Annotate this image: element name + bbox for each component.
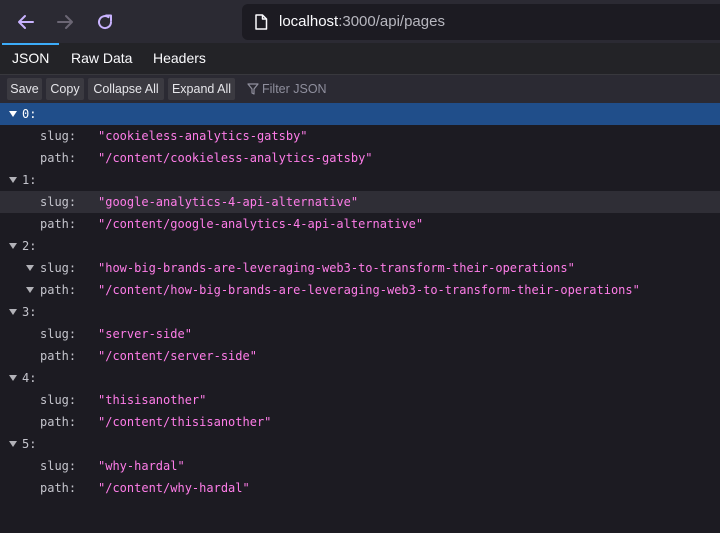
index-key: 3: bbox=[22, 305, 37, 319]
tab-raw-data[interactable]: Raw Data bbox=[71, 43, 132, 74]
tree-row-path[interactable]: path: "/content/server-side" bbox=[0, 345, 720, 367]
index-key: 0: bbox=[22, 107, 37, 121]
address-bar[interactable]: localhost:3000/api/pages bbox=[242, 4, 720, 40]
path-value: "/content/cookieless-analytics-gatsby" bbox=[98, 151, 373, 165]
collapse-all-button[interactable]: Collapse All bbox=[88, 78, 164, 100]
page-icon bbox=[255, 14, 268, 30]
path-key: path: bbox=[40, 349, 77, 363]
filter-icon bbox=[247, 83, 259, 95]
filter-json-input[interactable] bbox=[262, 79, 462, 99]
tab-json[interactable]: JSON bbox=[1, 43, 60, 74]
back-button[interactable] bbox=[12, 8, 40, 36]
tree-row-slug[interactable]: slug: "server-side" bbox=[0, 323, 720, 345]
tree-row-index[interactable]: 5: bbox=[0, 433, 720, 455]
json-tree: 0: slug: "cookieless-analytics-gatsby" p… bbox=[0, 103, 720, 533]
path-value: "/content/why-hardal" bbox=[98, 481, 250, 495]
tree-row-slug[interactable]: slug: "how-big-brands-are-leveraging-web… bbox=[0, 257, 720, 279]
collapse-toggle-icon[interactable] bbox=[9, 309, 17, 315]
tree-row-index[interactable]: 0: bbox=[0, 103, 720, 125]
path-key: path: bbox=[40, 415, 77, 429]
collapse-toggle-icon[interactable] bbox=[9, 441, 17, 447]
path-key: path: bbox=[40, 481, 77, 495]
url-text: localhost:3000/api/pages bbox=[279, 12, 445, 32]
expand-all-button[interactable]: Expand All bbox=[168, 78, 235, 100]
tree-row-path[interactable]: path: "/content/why-hardal" bbox=[0, 477, 720, 499]
slug-key: slug: bbox=[40, 261, 77, 275]
path-key: path: bbox=[40, 151, 77, 165]
tree-row-slug[interactable]: slug: "google-analytics-4-api-alternativ… bbox=[0, 191, 720, 213]
slug-value: "thisisanother" bbox=[98, 393, 207, 407]
path-value: "/content/thisisanother" bbox=[98, 415, 272, 429]
forward-button[interactable] bbox=[51, 8, 79, 36]
path-key: path: bbox=[40, 283, 77, 297]
tree-row-index[interactable]: 4: bbox=[0, 367, 720, 389]
slug-value: "cookieless-analytics-gatsby" bbox=[98, 129, 308, 143]
reload-icon bbox=[98, 14, 113, 30]
slug-key: slug: bbox=[40, 327, 77, 341]
path-value: "/content/how-big-brands-are-leveraging-… bbox=[98, 283, 640, 297]
url-path: :3000/api/pages bbox=[338, 13, 445, 30]
index-key: 2: bbox=[22, 239, 37, 253]
slug-key: slug: bbox=[40, 459, 77, 473]
forward-arrow-icon bbox=[57, 15, 73, 29]
slug-key: slug: bbox=[40, 195, 77, 209]
slug-key: slug: bbox=[40, 393, 77, 407]
tree-row-path[interactable]: path: "/content/how-big-brands-are-lever… bbox=[0, 279, 720, 301]
slug-value: "how-big-brands-are-leveraging-web3-to-t… bbox=[98, 261, 575, 275]
index-key: 5: bbox=[22, 437, 37, 451]
back-arrow-icon bbox=[18, 15, 34, 29]
viewer-tabs: JSON Raw Data Headers bbox=[0, 43, 720, 75]
tree-row-path[interactable]: path: "/content/thisisanother" bbox=[0, 411, 720, 433]
browser-toolbar: localhost:3000/api/pages bbox=[0, 0, 720, 43]
reload-button[interactable] bbox=[91, 8, 119, 36]
slug-value: "why-hardal" bbox=[98, 459, 185, 473]
collapse-toggle-icon[interactable] bbox=[9, 375, 17, 381]
tab-headers[interactable]: Headers bbox=[153, 43, 206, 74]
collapse-toggle-icon[interactable] bbox=[9, 177, 17, 183]
index-key: 4: bbox=[22, 371, 37, 385]
collapse-toggle-icon[interactable] bbox=[9, 243, 17, 249]
tree-row-path[interactable]: path: "/content/google-analytics-4-api-a… bbox=[0, 213, 720, 235]
index-key: 1: bbox=[22, 173, 37, 187]
tree-row-index[interactable]: 1: bbox=[0, 169, 720, 191]
tree-row-slug[interactable]: slug: "thisisanother" bbox=[0, 389, 720, 411]
url-host: localhost bbox=[279, 13, 339, 30]
json-toolbar: Save Copy Collapse All Expand All bbox=[0, 75, 720, 103]
slug-key: slug: bbox=[40, 129, 77, 143]
tree-row-path[interactable]: path: "/content/cookieless-analytics-gat… bbox=[0, 147, 720, 169]
path-value: "/content/google-analytics-4-api-alterna… bbox=[98, 217, 424, 231]
collapse-toggle-icon[interactable] bbox=[26, 265, 34, 271]
tree-row-slug[interactable]: slug: "why-hardal" bbox=[0, 455, 720, 477]
tree-row-index[interactable]: 3: bbox=[0, 301, 720, 323]
save-button[interactable]: Save bbox=[7, 78, 42, 100]
path-value: "/content/server-side" bbox=[98, 349, 257, 363]
slug-value: "google-analytics-4-api-alternative" bbox=[98, 195, 359, 209]
path-key: path: bbox=[40, 217, 77, 231]
tree-row-index[interactable]: 2: bbox=[0, 235, 720, 257]
tree-row-slug[interactable]: slug: "cookieless-analytics-gatsby" bbox=[0, 125, 720, 147]
slug-value: "server-side" bbox=[98, 327, 192, 341]
collapse-toggle-icon[interactable] bbox=[9, 111, 17, 117]
copy-button[interactable]: Copy bbox=[46, 78, 84, 100]
collapse-toggle-icon[interactable] bbox=[26, 287, 34, 293]
